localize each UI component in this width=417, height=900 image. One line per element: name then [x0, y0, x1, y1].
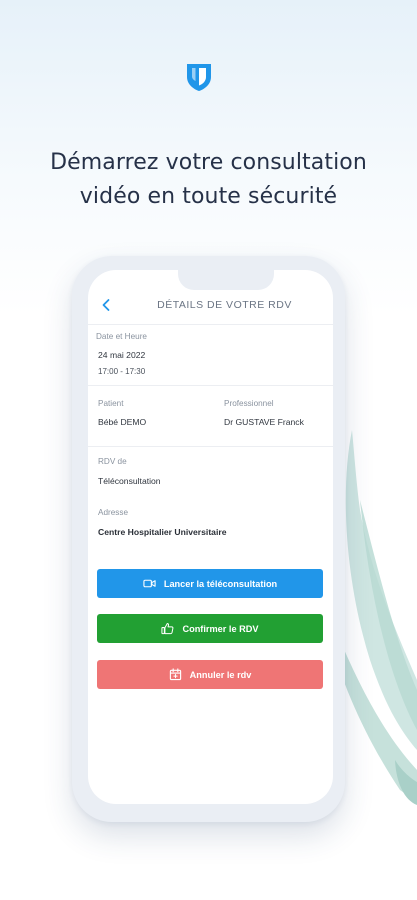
headline: Démarrez votre consultation vidéo en tou… — [0, 146, 417, 214]
confirm-rdv-button[interactable]: Confirmer le RDV — [97, 614, 323, 643]
shield-icon — [187, 64, 211, 91]
patient-value: Bébé DEMO — [98, 417, 147, 427]
calendar-icon — [169, 668, 181, 681]
cancel-rdv-label: Annuler le rdv — [189, 669, 252, 680]
video-camera-icon — [143, 579, 156, 588]
professional-label: Professionnel — [224, 399, 274, 408]
people-section: Patient Bébé DEMO Professionnel Dr GUSTA… — [88, 386, 333, 447]
headline-line-2: vidéo en toute sécurité — [79, 184, 338, 209]
address-label: Adresse — [98, 508, 129, 517]
phone-notch — [178, 270, 274, 290]
cancel-rdv-button[interactable]: Annuler le rdv — [97, 660, 323, 689]
confirm-rdv-label: Confirmer le RDV — [182, 623, 259, 634]
launch-teleconsultation-button[interactable]: Lancer la téléconsultation — [97, 569, 323, 598]
date-label: Date et Heure — [96, 332, 147, 341]
launch-teleconsultation-label: Lancer la téléconsultation — [163, 578, 278, 589]
professional-value: Dr GUSTAVE Franck — [224, 417, 304, 427]
address-section: Adresse Centre Hospitalier Universitaire — [88, 498, 333, 544]
screen-header: DÉTAILS DE VOTRE RDV — [88, 288, 333, 325]
headline-line-1: Démarrez votre consultation — [50, 150, 367, 175]
date-section: Date et Heure 24 mai 2022 17:00 - 17:30 — [88, 325, 333, 386]
screen-title: DÉTAILS DE VOTRE RDV — [157, 299, 292, 311]
phone-screen: DÉTAILS DE VOTRE RDV Date et Heure 24 ma… — [88, 270, 333, 804]
rdv-section: RDV de Téléconsultation — [88, 447, 333, 495]
back-chevron-icon[interactable] — [98, 297, 114, 313]
rdv-label: RDV de — [98, 457, 127, 466]
thumbs-up-icon — [161, 622, 174, 635]
address-value: Centre Hospitalier Universitaire — [98, 527, 227, 537]
rdv-value: Téléconsultation — [98, 476, 161, 486]
patient-label: Patient — [98, 399, 124, 408]
date-value: 24 mai 2022 — [98, 350, 146, 360]
time-value: 17:00 - 17:30 — [98, 367, 146, 376]
